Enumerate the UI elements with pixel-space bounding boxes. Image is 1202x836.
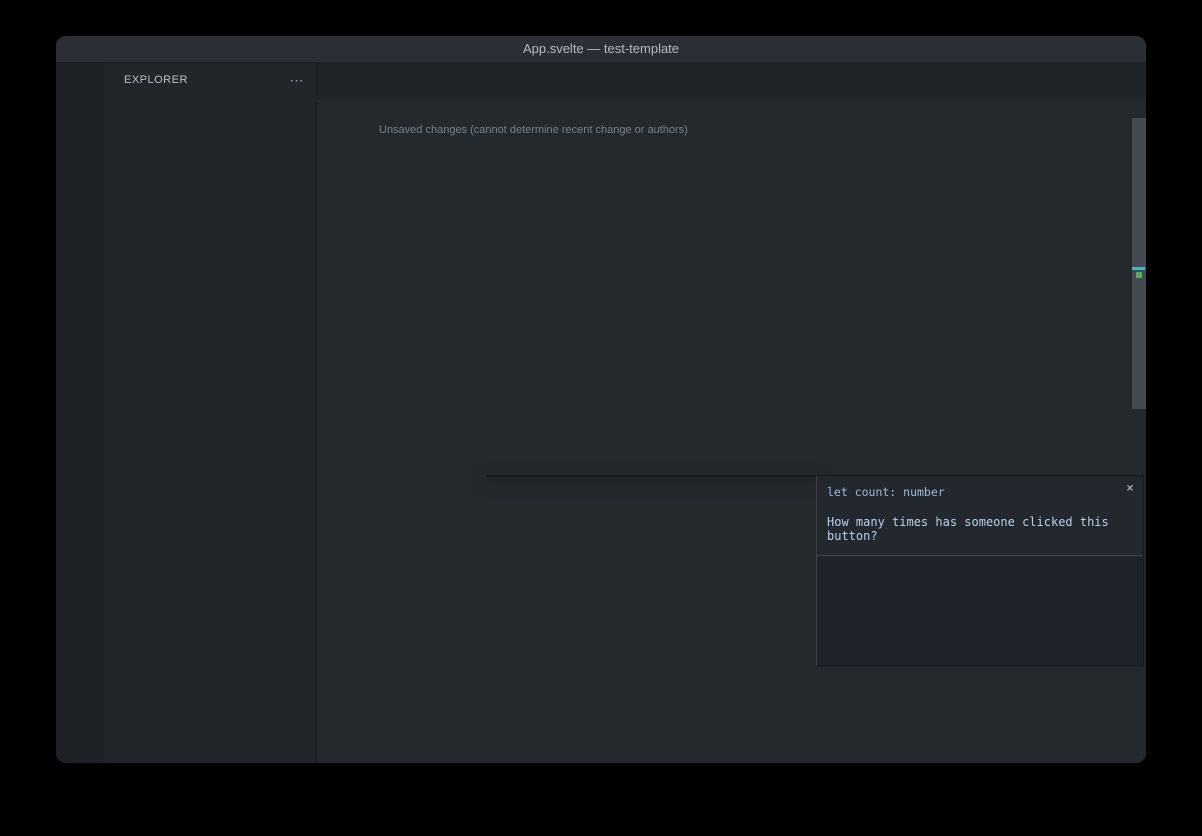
window-controls [68,43,120,55]
vscode-window: App.svelte — test-template EXPLORER ⋯ [56,36,1146,763]
suggest-doc-text: How many times has someone clicked this … [817,507,1143,556]
code-editor[interactable]: Unsaved changes (cannot determine recent… [317,118,1146,763]
window-title: App.svelte — test-template [56,36,1146,62]
sidebar-title: EXPLORER [124,74,188,86]
zoom-button[interactable] [108,43,120,55]
breadcrumb [317,99,1146,118]
sidebar-header: EXPLORER ⋯ [104,63,316,97]
sidebar-explorer: EXPLORER ⋯ [104,63,317,763]
close-icon[interactable]: × [1126,481,1134,496]
close-button[interactable] [68,43,80,55]
tab-bar [317,63,1146,99]
more-actions-icon[interactable]: ⋯ [290,72,305,89]
overview-modified-marker [1136,272,1142,278]
activity-bar [56,63,104,763]
suggest-widget [486,475,818,477]
codelens-annotation[interactable]: Unsaved changes (cannot determine recent… [317,118,1146,140]
editor-group: Unsaved changes (cannot determine recent… [317,63,1146,763]
overview-cursor-marker [1132,267,1145,270]
minimize-button[interactable] [88,43,100,55]
suggest-details-filler [817,556,1143,665]
suggest-signature: let count: number [817,476,1143,507]
titlebar: App.svelte — test-template [56,36,1146,63]
suggest-details: let count: number How many times has som… [816,475,1144,666]
scrollbar-thumb[interactable] [1132,118,1146,409]
